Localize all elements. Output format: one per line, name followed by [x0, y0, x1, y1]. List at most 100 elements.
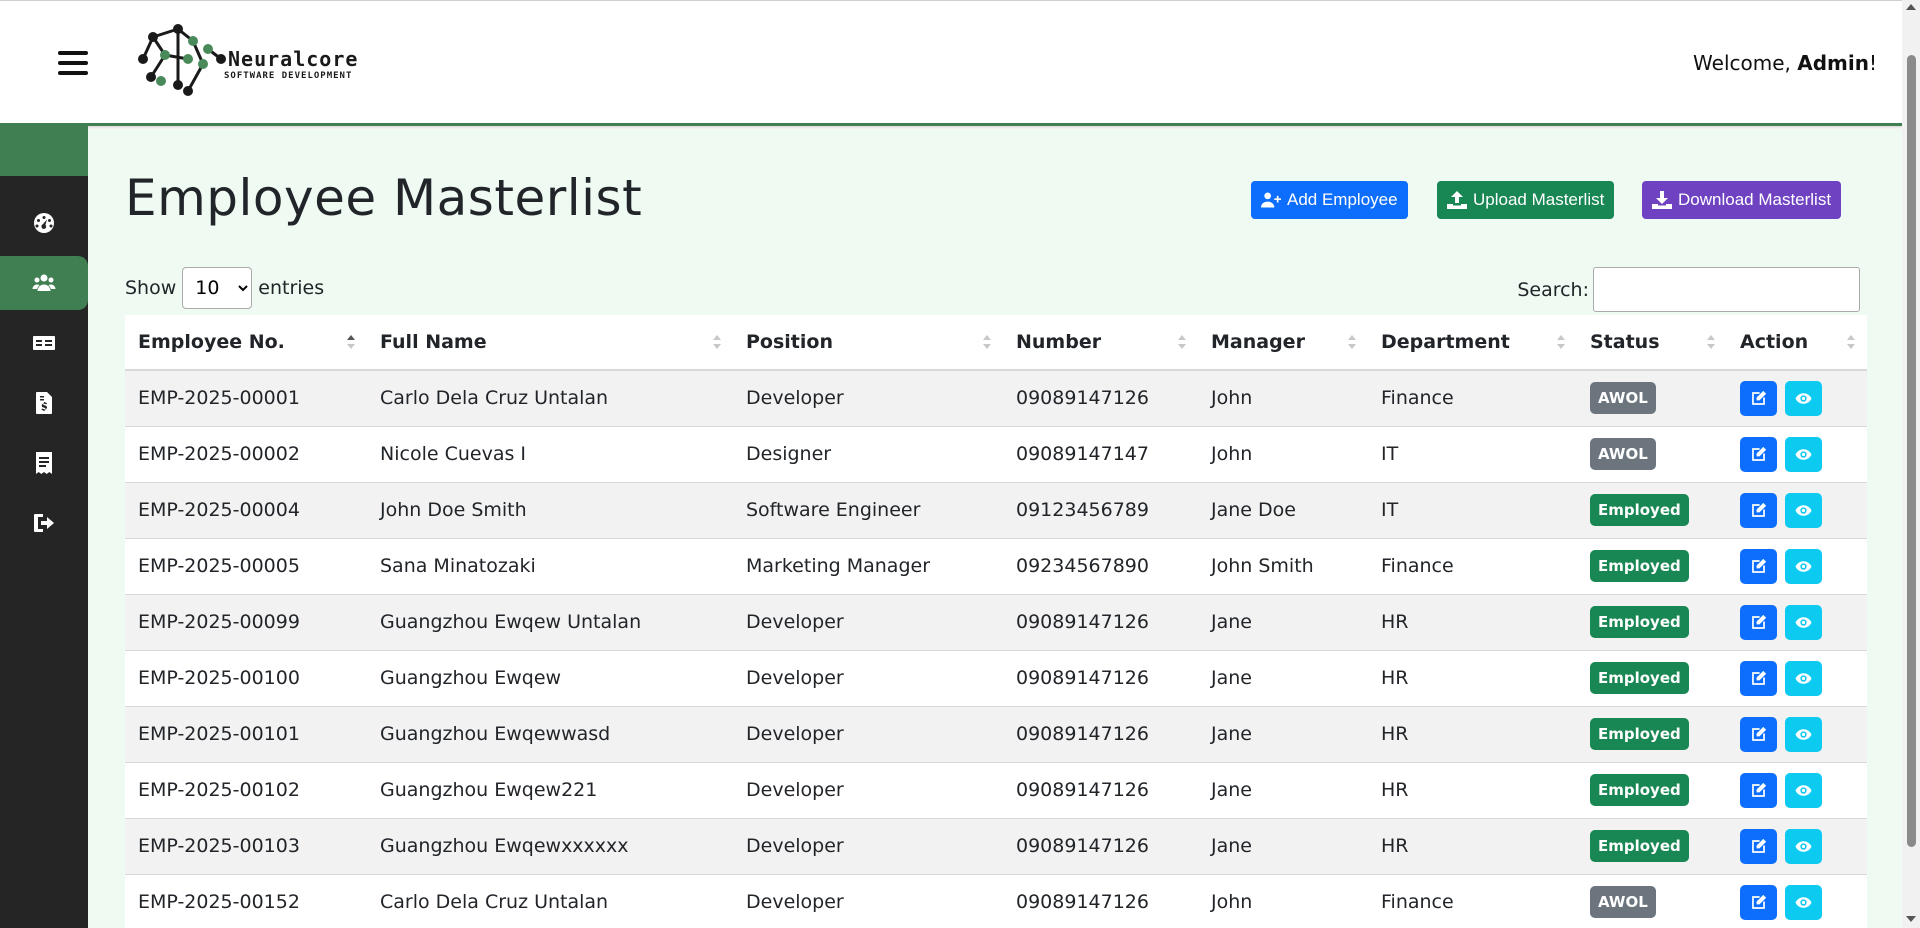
view-button[interactable]: [1785, 436, 1822, 472]
cell-position: Marketing Manager: [733, 537, 1003, 594]
cell-employee-no: EMP-2025-00099: [125, 593, 367, 650]
cell-position: Developer: [733, 817, 1003, 874]
page-scrollbar[interactable]: [1902, 0, 1920, 928]
column-header-number[interactable]: Number: [1003, 315, 1198, 371]
edit-icon: [1750, 894, 1767, 911]
logo-title: Neuralcore: [228, 47, 359, 71]
table-row: EMP-2025-00099 Guangzhou Ewqew Untalan Dev…: [125, 593, 1867, 650]
edit-button[interactable]: [1740, 660, 1777, 696]
sidebar-item-reports[interactable]: [0, 436, 88, 490]
cell-status: AWOL: [1577, 369, 1727, 426]
edit-button[interactable]: [1740, 884, 1777, 920]
cell-employee-no: EMP-2025-00152: [125, 873, 367, 928]
cell-department: HR: [1368, 705, 1577, 762]
view-button[interactable]: [1785, 492, 1822, 528]
column-header-status[interactable]: Status: [1577, 315, 1727, 371]
scroll-up-arrow-icon[interactable]: [1906, 4, 1916, 10]
status-badge: Employed: [1590, 718, 1689, 750]
column-header-department[interactable]: Department: [1368, 315, 1577, 371]
column-header-employee-no[interactable]: Employee No.: [125, 315, 367, 371]
cell-manager: Jane: [1198, 817, 1368, 874]
cell-action: [1727, 369, 1867, 426]
edit-icon: [1750, 782, 1767, 799]
search-input[interactable]: [1593, 267, 1860, 312]
table-header-row: Employee No. Full Name Position Number M…: [125, 315, 1867, 371]
add-employee-button[interactable]: Add Employee: [1251, 181, 1408, 219]
eye-icon: [1795, 894, 1812, 911]
column-header-manager[interactable]: Manager: [1198, 315, 1368, 371]
cell-number: 09089147126: [1003, 817, 1198, 874]
view-button[interactable]: [1785, 716, 1822, 752]
cell-number: 09089147126: [1003, 593, 1198, 650]
invoice-icon: [36, 392, 52, 414]
cell-employee-no: EMP-2025-00101: [125, 705, 367, 762]
show-entries-control: Show 10 entries: [125, 267, 324, 309]
sort-icon: [713, 335, 721, 351]
view-button[interactable]: [1785, 548, 1822, 584]
edit-icon: [1750, 446, 1767, 463]
edit-icon: [1750, 726, 1767, 743]
column-header-label: Status: [1590, 331, 1660, 353]
edit-button[interactable]: [1740, 492, 1777, 528]
cell-full-name: Guangzhou Ewqew Untalan: [367, 593, 733, 650]
cell-full-name: Sana Minatozaki: [367, 537, 733, 594]
eye-icon: [1795, 670, 1812, 687]
table-row: EMP-2025-00152 Carlo Dela Cruz Untalan Dev…: [125, 873, 1867, 928]
download-masterlist-button[interactable]: Download Masterlist: [1642, 181, 1842, 219]
edit-icon: [1750, 838, 1767, 855]
users-icon: [32, 274, 56, 291]
sort-icon: [1707, 335, 1715, 351]
employee-table-wrapper: Employee No. Full Name Position Number M…: [125, 315, 1867, 928]
column-header-full-name[interactable]: Full Name: [367, 315, 733, 371]
edit-button[interactable]: [1740, 380, 1777, 416]
column-header-label: Full Name: [380, 331, 487, 353]
edit-button[interactable]: [1740, 436, 1777, 472]
cell-status: Employed: [1577, 537, 1727, 594]
cell-status: Employed: [1577, 705, 1727, 762]
sidebar-item-payroll[interactable]: [0, 376, 88, 430]
cell-position: Developer: [733, 593, 1003, 650]
edit-button[interactable]: [1740, 772, 1777, 808]
logout-icon: [34, 514, 54, 532]
edit-button[interactable]: [1740, 548, 1777, 584]
view-button[interactable]: [1785, 828, 1822, 864]
cell-status: Employed: [1577, 761, 1727, 818]
cell-number: 09089147126: [1003, 649, 1198, 706]
entries-per-page-select[interactable]: 10: [182, 267, 253, 309]
upload-masterlist-button[interactable]: Upload Masterlist: [1437, 181, 1615, 219]
table-row: EMP-2025-00101 Guangzhou Ewqewwasd Develop…: [125, 705, 1867, 762]
view-button[interactable]: [1785, 660, 1822, 696]
cell-manager: John: [1198, 425, 1368, 482]
column-header-label: Position: [746, 331, 833, 353]
cell-manager: Jane Doe: [1198, 481, 1368, 538]
column-header-position[interactable]: Position: [733, 315, 1003, 371]
view-button[interactable]: [1785, 604, 1822, 640]
cell-department: IT: [1368, 425, 1577, 482]
edit-button[interactable]: [1740, 716, 1777, 752]
cell-manager: Jane: [1198, 705, 1368, 762]
sidebar-item-id-cards[interactable]: [0, 316, 88, 370]
column-header-action[interactable]: Action: [1727, 315, 1867, 371]
scroll-down-arrow-icon[interactable]: [1906, 916, 1916, 922]
edit-button[interactable]: [1740, 604, 1777, 640]
cell-department: HR: [1368, 761, 1577, 818]
edit-button[interactable]: [1740, 828, 1777, 864]
sidebar-item-dashboard[interactable]: [0, 196, 88, 250]
cell-number: 09089147126: [1003, 873, 1198, 928]
column-header-label: Number: [1016, 331, 1102, 353]
sidebar-item-employees[interactable]: [0, 256, 88, 310]
eye-icon: [1795, 446, 1812, 463]
hamburger-menu-icon[interactable]: [58, 51, 88, 77]
view-button[interactable]: [1785, 772, 1822, 808]
table-row: EMP-2025-00004 John Doe Smith Software Eng…: [125, 481, 1867, 538]
cell-position: Software Engineer: [733, 481, 1003, 538]
eye-icon: [1795, 726, 1812, 743]
edit-icon: [1750, 670, 1767, 687]
cell-full-name: John Doe Smith: [367, 481, 733, 538]
view-button[interactable]: [1785, 380, 1822, 416]
sidebar-item-logout[interactable]: [0, 496, 88, 550]
sidebar-accent-bar: [0, 126, 88, 176]
view-button[interactable]: [1785, 884, 1822, 920]
scrollbar-thumb[interactable]: [1907, 55, 1916, 847]
column-header-label: Employee No.: [138, 331, 285, 353]
